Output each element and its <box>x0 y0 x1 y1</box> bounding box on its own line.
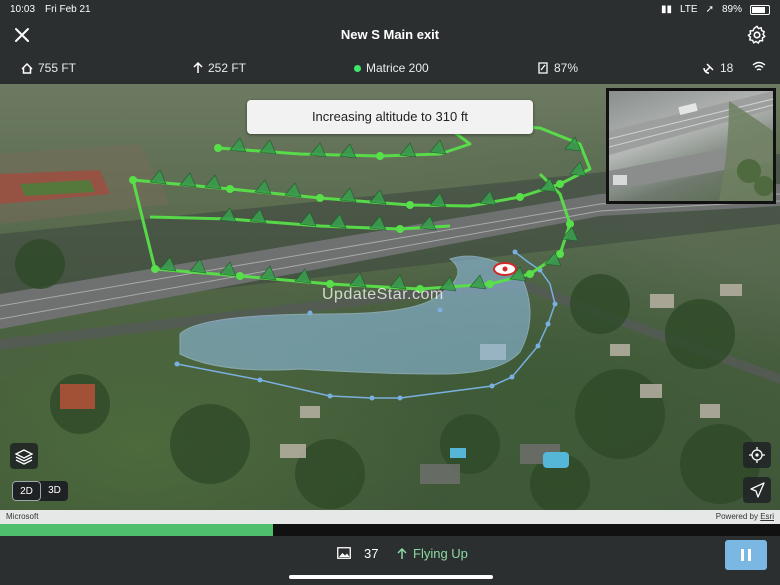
date: Fri Feb 21 <box>45 4 91 15</box>
navigation-arrow-icon <box>750 482 765 498</box>
satellite-icon <box>703 63 714 74</box>
aircraft-battery-value: 87% <box>554 61 579 75</box>
aircraft-name: Matrice 200 <box>366 61 429 75</box>
attribution-prefix: Powered by <box>715 512 761 521</box>
arrow-up-icon <box>193 62 203 73</box>
camera-preview[interactable] <box>606 88 776 204</box>
view-2d-button[interactable]: 2D <box>12 481 41 501</box>
map-attribution: Microsoft Powered by Esri <box>0 510 780 524</box>
arrow-up-icon <box>397 547 407 559</box>
camera-feed <box>609 91 773 201</box>
flight-phase-label: Flying Up <box>413 546 468 561</box>
satellite-count: 18 <box>703 61 733 75</box>
attribution-powered-by: Powered by Esri <box>716 512 774 521</box>
pause-icon <box>741 549 744 561</box>
pause-button[interactable] <box>725 540 767 570</box>
attribution-provider: Microsoft <box>6 512 39 521</box>
photo-count: 37 <box>364 546 379 561</box>
esri-link[interactable]: Esri <box>760 512 774 521</box>
photo-icon <box>337 547 351 559</box>
view-mode-toggle: 2D 3D <box>12 481 68 501</box>
view-3d-button[interactable]: 3D <box>41 481 68 501</box>
mission-progress-bar <box>0 524 780 536</box>
map-view[interactable]: UpdateStar.com 2D 3D <box>0 84 780 510</box>
aircraft-status: Matrice 200 <box>354 61 429 75</box>
status-dot <box>354 64 361 72</box>
drone-battery-icon <box>538 62 548 74</box>
pause-icon-bar <box>748 549 751 561</box>
mission-progress-fill <box>0 524 273 536</box>
drone-position-marker <box>493 262 517 276</box>
home-indicator <box>289 575 493 579</box>
page-title: New S Main exit <box>340 27 440 42</box>
flight-status-banner: Increasing altitude to 310 ft <box>247 100 533 134</box>
watermark: UpdateStar.com <box>322 286 444 303</box>
network-label: LTE <box>679 4 698 15</box>
location-arrow-icon: ➚ <box>705 4 714 15</box>
crosshair-icon <box>749 447 765 463</box>
home-distance-value: 755 FT <box>38 61 77 75</box>
altitude-value: 252 FT <box>208 61 247 75</box>
title-bar: New S Main exit <box>0 18 780 52</box>
home-distance: 755 FT <box>21 61 76 75</box>
wifi-status <box>752 61 766 72</box>
layers-icon <box>14 449 34 465</box>
clock: 10:03 <box>10 4 36 15</box>
telemetry-bar: 755 FT 252 FT Matrice 200 87% 18 <box>0 52 780 84</box>
satellite-count-value: 18 <box>720 61 734 75</box>
flight-phase: Flying Up <box>397 546 468 561</box>
battery-icon <box>750 4 770 15</box>
locate-button[interactable] <box>743 442 771 468</box>
aircraft-battery: 87% <box>538 61 578 75</box>
home-icon <box>21 62 33 74</box>
system-status-bar: 10:03 Fri Feb 21 ▮▮ LTE ➚ 89% <box>0 0 780 18</box>
signal-icon: ▮▮ <box>660 4 672 15</box>
layers-button[interactable] <box>10 443 38 469</box>
gear-icon[interactable] <box>746 24 768 46</box>
battery-percent: 89% <box>721 4 742 15</box>
altitude: 252 FT <box>193 61 246 75</box>
wifi-icon <box>752 61 766 71</box>
navigate-button[interactable] <box>743 477 771 503</box>
bottom-bar: 37 Flying Up <box>0 536 780 585</box>
